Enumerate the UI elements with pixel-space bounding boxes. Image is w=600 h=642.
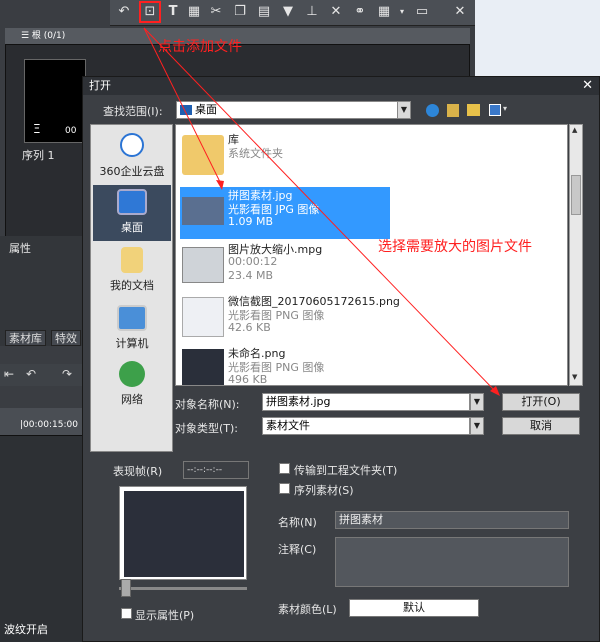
arrow-to-open (143, 27, 497, 393)
annotation-arrows (143, 27, 500, 396)
arrowhead-file (216, 180, 224, 190)
arrow-to-file (143, 27, 223, 187)
